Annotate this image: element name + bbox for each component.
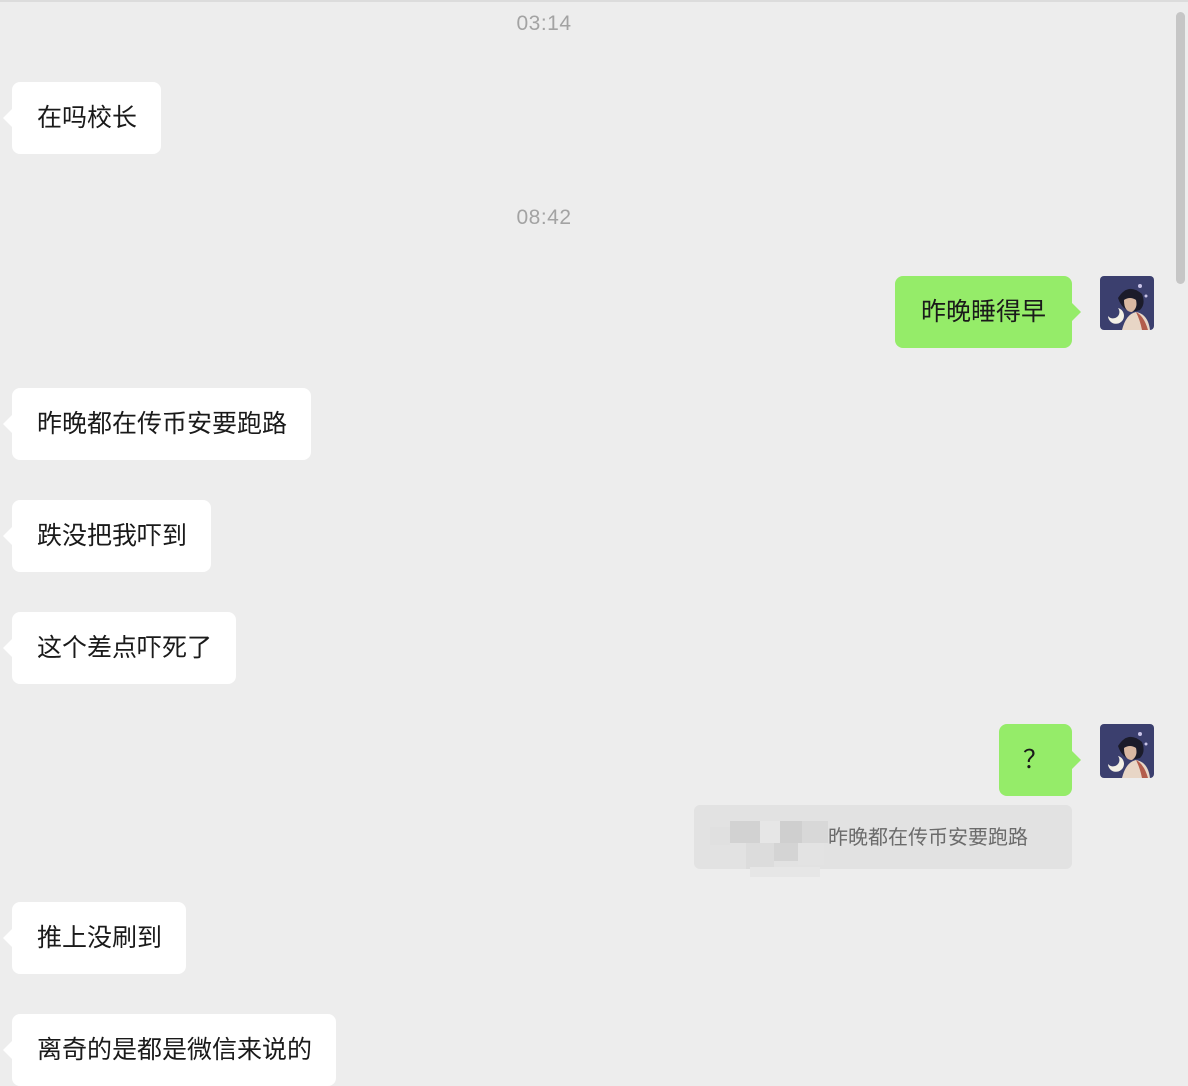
self-avatar-icon[interactable]: [1100, 276, 1154, 330]
scrollbar[interactable]: [1174, 2, 1188, 1086]
quoted-message[interactable]: 昨晚都在传币安要跑路: [694, 805, 1072, 877]
outgoing-message[interactable]: 昨晚睡得早: [894, 276, 1082, 348]
blurred-sender-name: [710, 821, 828, 877]
incoming-message[interactable]: 离奇的是都是微信来说的: [2, 1014, 337, 1086]
self-avatar-icon[interactable]: [1100, 724, 1154, 778]
incoming-message[interactable]: 昨晚都在传币安要跑路: [2, 388, 312, 460]
incoming-message[interactable]: 跌没把我吓到: [2, 500, 212, 572]
timestamp: 08:42: [516, 206, 572, 229]
incoming-message[interactable]: 这个差点吓死了: [2, 612, 237, 684]
timestamp: 03:14: [516, 12, 572, 35]
chat-window: 03:14 在吗校长 08:42 昨晚睡得早 昨晚都在传币安要跑路 跌没把我吓到…: [0, 0, 1188, 1086]
incoming-message[interactable]: 在吗校长: [2, 82, 162, 154]
scrollbar-thumb[interactable]: [1176, 12, 1185, 284]
incoming-message[interactable]: 推上没刷到: [2, 902, 187, 974]
outgoing-message[interactable]: ？: [998, 724, 1082, 796]
quoted-text: 昨晚都在传币安要跑路: [828, 825, 1028, 849]
